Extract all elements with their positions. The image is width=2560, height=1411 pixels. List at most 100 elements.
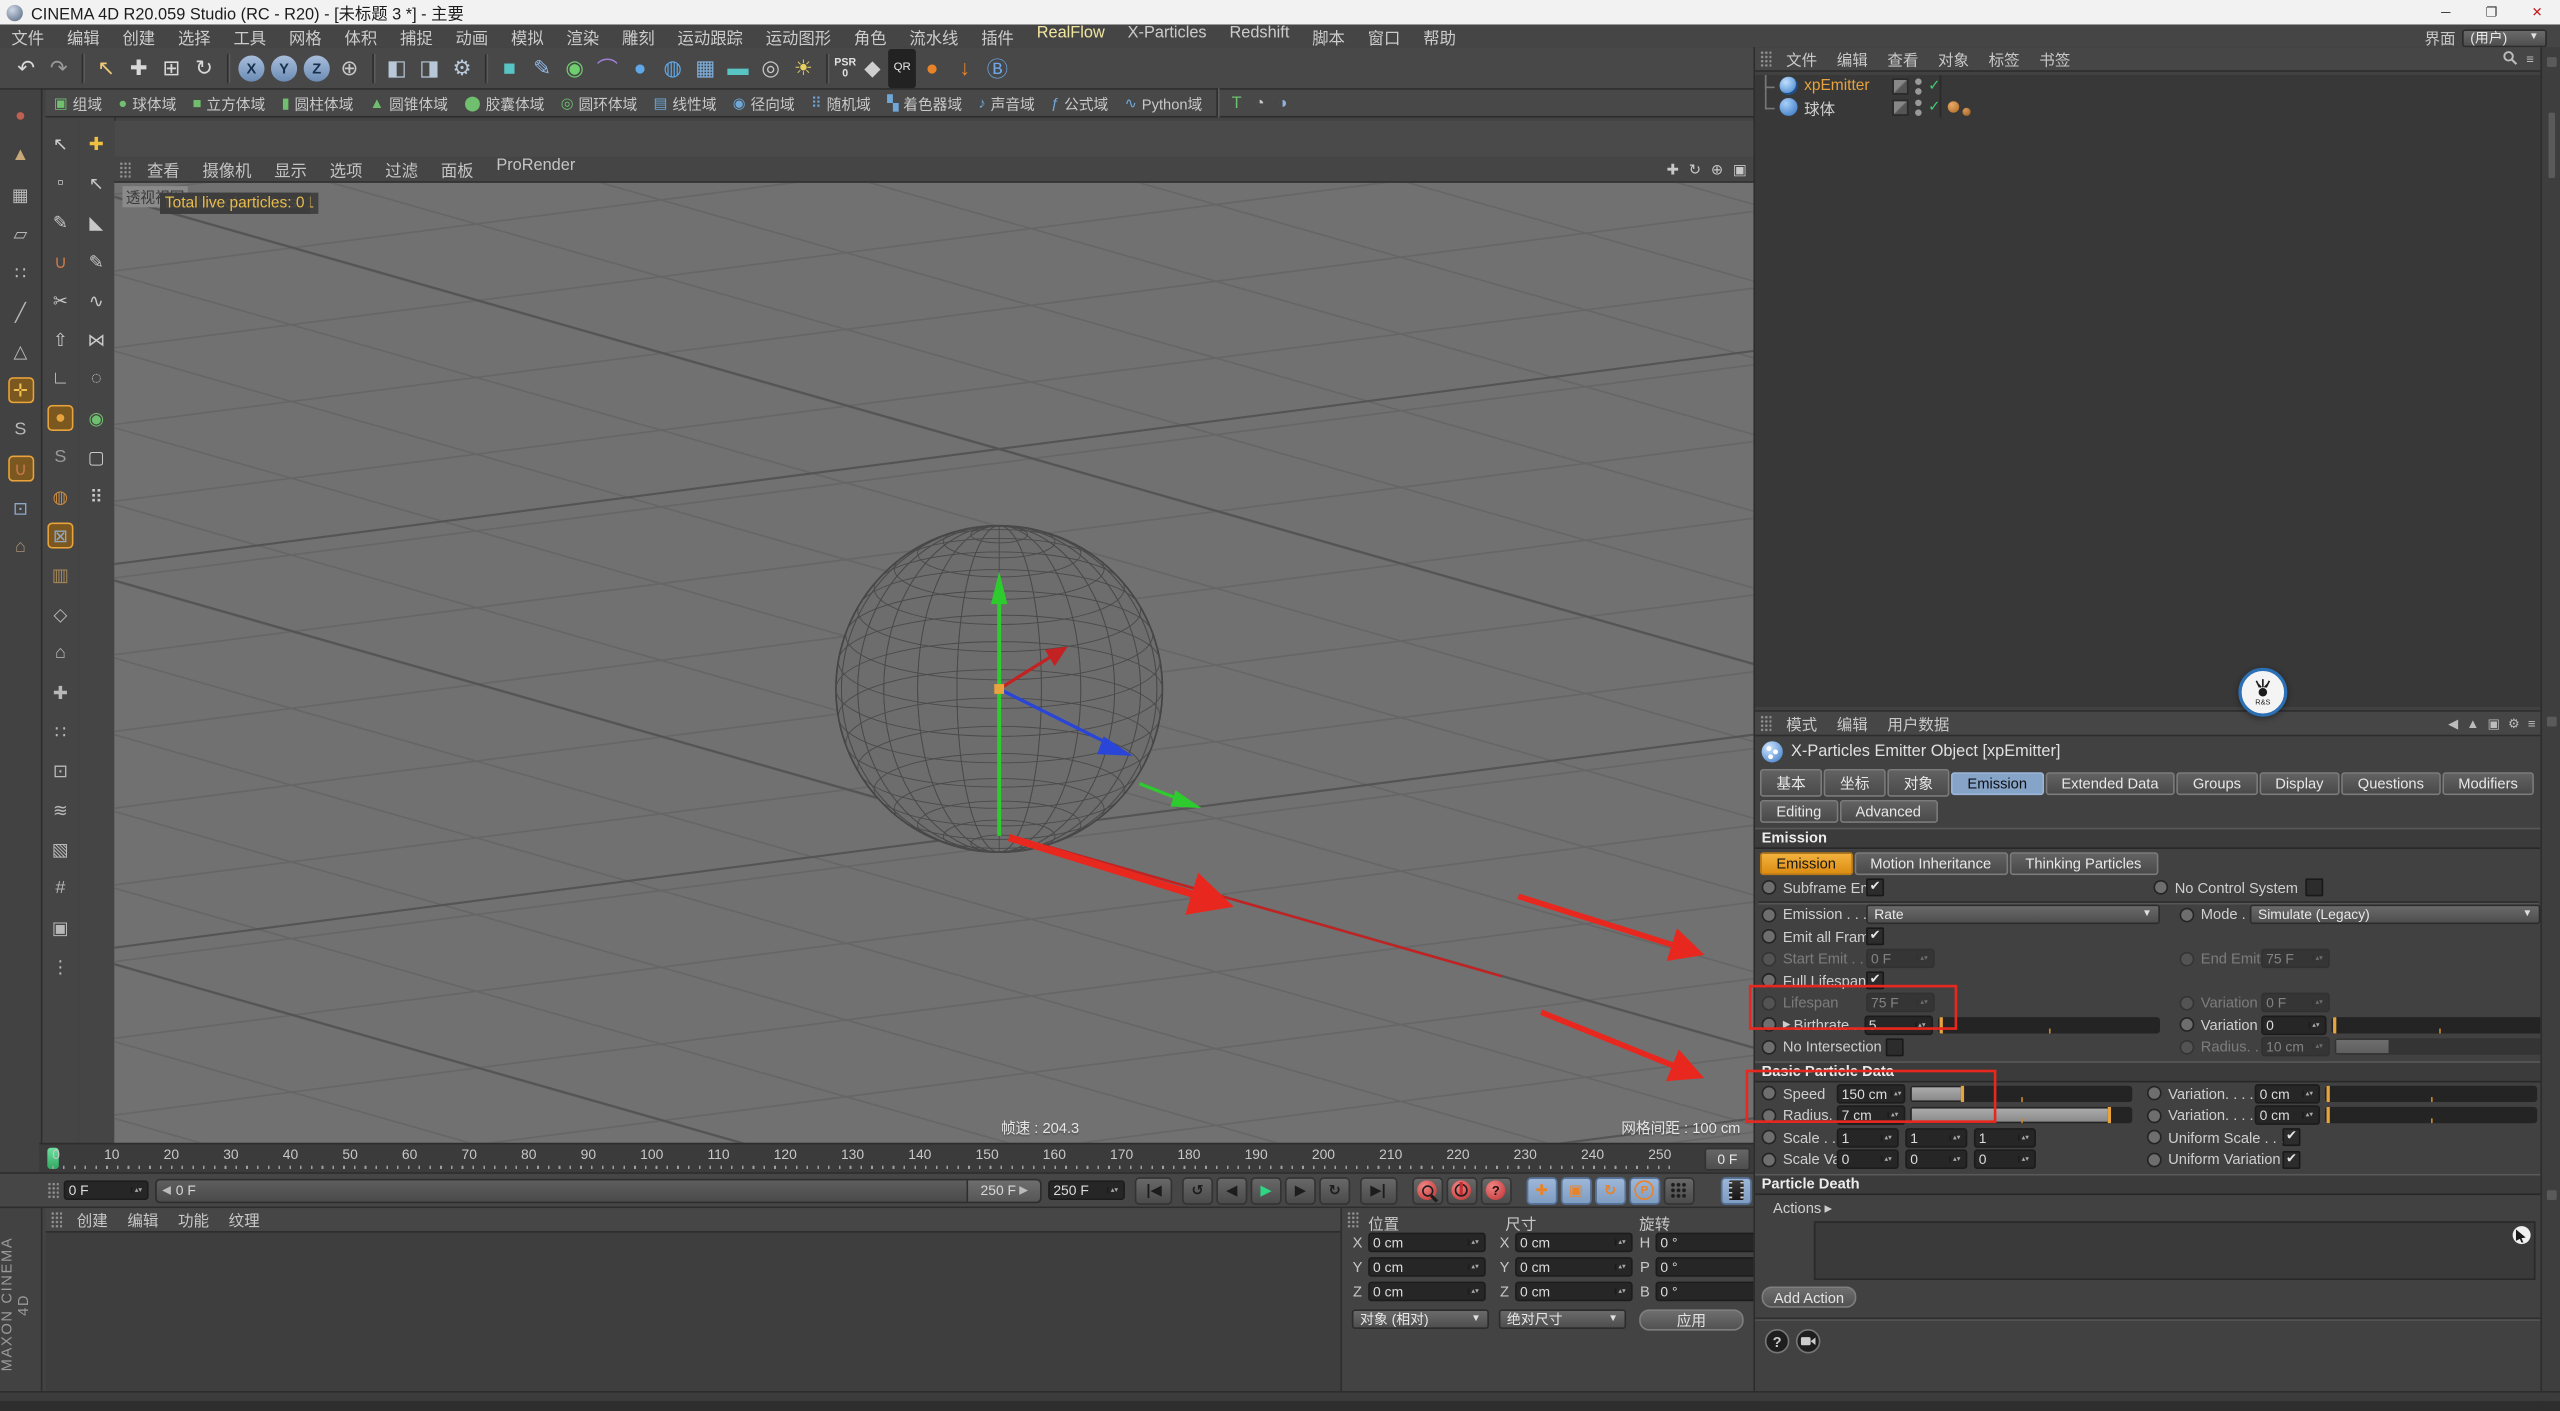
help-icon[interactable]: ? <box>1764 1328 1790 1354</box>
timeline-ruler[interactable]: 0 10 20 30 40 50 60 70 80 90 100 110 120 130 140 150 160… <box>39 1142 1754 1173</box>
size-x-field[interactable]: 0 cm ▴▾ <box>1515 1232 1633 1253</box>
list-icon[interactable]: ≡ <box>2528 716 2536 731</box>
enable-radio[interactable] <box>2146 1152 2162 1167</box>
filter-icon[interactable]: ≡ <box>2526 51 2534 66</box>
live-selection-icon[interactable]: ↖ <box>90 51 123 84</box>
menu-item-9[interactable]: 动画 <box>444 24 500 48</box>
gear-icon[interactable]: ⚙ <box>2508 716 2520 731</box>
scale-tool-icon[interactable]: ⊞ <box>155 51 188 84</box>
rotate-tool-icon[interactable]: ↻ <box>188 51 221 84</box>
enable-radio[interactable] <box>1761 1086 1777 1101</box>
enable-radio[interactable] <box>1761 1130 1777 1145</box>
bullet-icon[interactable]: Ⓑ <box>981 51 1014 84</box>
select-cursor-icon[interactable]: ↖ <box>47 131 73 157</box>
move-tool-icon[interactable]: ✚ <box>122 51 155 84</box>
workplane-lock-icon[interactable]: ⊡ <box>7 495 33 521</box>
menu-item-16[interactable]: 流水线 <box>898 24 970 48</box>
autokey-button[interactable] <box>1445 1176 1477 1205</box>
panel-grip[interactable] <box>47 1182 59 1199</box>
floor-icon[interactable]: ▬ <box>722 51 755 84</box>
section-basic-particle-data[interactable]: Basic Particle Data <box>1755 1061 2543 1083</box>
polygons-mode-icon[interactable]: △ <box>7 338 33 364</box>
field-extra-3-icon[interactable]: ◑ <box>1278 94 1288 112</box>
play-button[interactable]: ▶ <box>1250 1176 1282 1205</box>
tab-2[interactable]: 坐标 <box>1823 768 1886 797</box>
menu-item-17[interactable]: 插件 <box>970 24 1026 48</box>
xp-download-icon[interactable]: ↓ <box>948 51 981 84</box>
maximize-view-icon[interactable]: ▣ <box>1733 161 1747 179</box>
apply-button[interactable]: 应用 <box>1639 1309 1744 1331</box>
stack-tool-icon[interactable]: ▣ <box>47 914 73 940</box>
layer-toggle-icon[interactable] <box>1892 77 1909 94</box>
next-frame-button[interactable]: ▶ <box>1284 1176 1316 1205</box>
close-button[interactable]: ✕ <box>2514 0 2560 24</box>
quantize-icon[interactable]: ⌂ <box>7 534 33 560</box>
materials-menu-item-1[interactable]: 创建 <box>67 1208 118 1231</box>
sound-field-icon[interactable]: ♪ 声音域 <box>978 92 1034 113</box>
menu-item-6[interactable]: 网格 <box>278 24 334 48</box>
expand-triangle-icon[interactable]: ▶ <box>1783 1019 1791 1031</box>
full-lifespan-checkbox[interactable]: ✔ <box>1866 971 1885 990</box>
cross-tool-icon[interactable]: ✚ <box>47 679 73 705</box>
scale-var-y-field[interactable]: 0 ▴▾ <box>1905 1149 1968 1170</box>
home-tool-icon[interactable]: ⌂ <box>47 640 73 666</box>
keyframe-selection-button[interactable]: ? <box>1480 1176 1512 1205</box>
attribute-menu-item-3[interactable]: 用户数据 <box>1878 712 1960 735</box>
viewport-menu-item-4[interactable]: 选项 <box>318 157 374 181</box>
square2-icon[interactable]: ▢ <box>83 444 109 470</box>
attribute-menu-item-2[interactable]: 编辑 <box>1827 712 1878 735</box>
add-action-button[interactable]: Add Action <box>1761 1286 1857 1308</box>
diamond-tool-icon[interactable]: ◇ <box>47 601 73 627</box>
viewport-menu-item-2[interactable]: 摄像机 <box>191 157 263 181</box>
no-control-system-checkbox[interactable] <box>2305 878 2324 897</box>
viewport-menu-item-7[interactable]: ProRender <box>485 157 587 181</box>
dock-handle[interactable] <box>2546 1190 2557 1200</box>
menu-item-4[interactable]: 选择 <box>167 24 223 48</box>
zoom-icon[interactable]: ⊕ <box>1711 161 1723 179</box>
slider-end-cap[interactable]: 250 F ▶ <box>966 1179 1041 1201</box>
menu-item-21[interactable]: 脚本 <box>1301 24 1357 48</box>
pen-icon[interactable]: ✎ <box>47 209 73 235</box>
object-row-xpemitter[interactable]: xpEmitter ✓ <box>1755 75 2542 97</box>
enable-radio[interactable] <box>1761 1017 1777 1033</box>
menu-item-23[interactable]: 帮助 <box>1412 24 1468 48</box>
plate-tool-icon[interactable]: ⊡ <box>47 758 73 784</box>
scrollbar[interactable] <box>2548 112 2556 178</box>
speed-variation-slider[interactable] <box>2324 1085 2538 1102</box>
attribute-menu-item-1[interactable]: 模式 <box>1776 712 1827 735</box>
play-backwards-button[interactable]: ↺ <box>1182 1176 1214 1205</box>
xparticles-sphere-icon[interactable]: ● <box>916 51 949 84</box>
arrow2-icon[interactable]: ◣ <box>83 209 109 235</box>
spherical-field-icon[interactable]: ● 球体域 <box>118 92 176 113</box>
menu-item-14[interactable]: 运动图形 <box>754 24 842 48</box>
tag-icon[interactable] <box>1962 106 1971 116</box>
record-scale-button[interactable]: ▣ <box>1560 1176 1592 1205</box>
lock-tool-icon[interactable]: ⊠ <box>47 522 74 549</box>
panel-grip[interactable] <box>1759 715 1772 732</box>
wave-tool-icon[interactable]: ≋ <box>47 797 73 823</box>
tab-4[interactable]: Emission <box>1951 772 2044 796</box>
knife-icon[interactable]: ✂ <box>47 287 73 313</box>
subtab-3[interactable]: Thinking Particles <box>2009 852 2158 876</box>
size-mode-dropdown[interactable]: 绝对尺寸 ▼ <box>1498 1309 1627 1329</box>
deformer-icon[interactable]: ⌒ <box>591 51 624 84</box>
field-extra-1-icon[interactable]: T <box>1232 94 1242 112</box>
scale-var-z-field[interactable]: 0 ▴▾ <box>1973 1149 2036 1170</box>
enable-radio[interactable] <box>1761 1039 1777 1055</box>
menu-item-13[interactable]: 运动跟踪 <box>666 24 754 48</box>
materials-menu-item-2[interactable]: 编辑 <box>118 1208 169 1231</box>
field-extra-2-icon[interactable]: ◔ <box>1255 94 1265 112</box>
tab-1[interactable]: Editing <box>1759 799 1838 823</box>
subframe-emit-checkbox[interactable]: ✔ <box>1866 878 1885 897</box>
panel-grip[interactable] <box>1346 1211 1359 1228</box>
record-rotation-button[interactable]: ↻ <box>1594 1176 1626 1205</box>
enable-radio[interactable] <box>1761 907 1777 923</box>
no-intersection-checkbox[interactable] <box>1885 1037 1904 1056</box>
enable-radio[interactable] <box>1761 1152 1777 1167</box>
birthrate-variation-slider[interactable] <box>2331 1016 2547 1034</box>
redo-icon[interactable]: ↷ <box>42 51 75 84</box>
spinner-icon[interactable]: ▴▾ <box>131 1186 144 1194</box>
dock-handle[interactable] <box>2546 716 2557 727</box>
emission-dropdown[interactable]: Rate ▼ <box>1866 904 2160 925</box>
random-field-icon[interactable]: ⠿ 随机域 <box>811 92 871 113</box>
